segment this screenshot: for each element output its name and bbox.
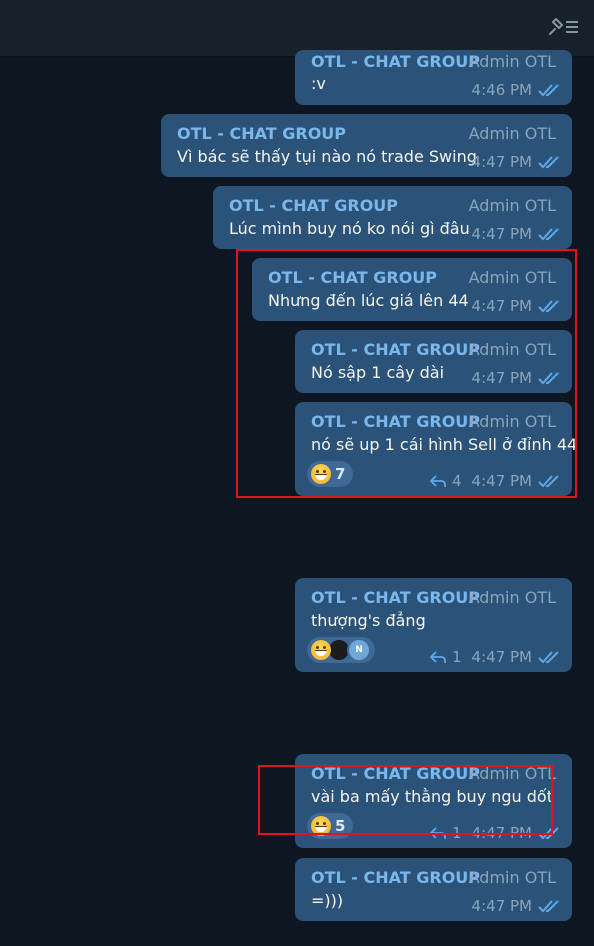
message-time: 4:47 PM — [471, 897, 532, 915]
message-meta: 4:47 PM — [472, 150, 560, 174]
reply-icon[interactable] — [430, 650, 446, 664]
message-time: 4:47 PM — [471, 153, 532, 171]
admin-badge: Admin OTL — [468, 52, 556, 71]
message-text: Lúc mình buy nó ko nói gì đâu — [229, 219, 470, 238]
admin-badge: Admin OTL — [468, 588, 556, 607]
sender-name[interactable]: OTL - CHAT GROUP — [229, 194, 398, 218]
admin-badge: Admin OTL — [468, 124, 556, 143]
message-text: =))) — [311, 891, 344, 910]
double-check-icon — [538, 156, 559, 169]
message-bubble[interactable]: OTL - CHAT GROUP Admin OTL Vì bác sẽ thấ… — [161, 114, 572, 177]
message-meta: 4:47 PM — [472, 222, 560, 246]
message-bubble[interactable]: OTL - CHAT GROUP Admin OTL :v 4:46 PM — [295, 50, 572, 105]
message-time: 4:47 PM — [471, 225, 532, 243]
double-check-icon — [538, 84, 559, 97]
admin-badge: Admin OTL — [468, 868, 556, 887]
highlight-box — [258, 765, 553, 835]
message-text: :v — [311, 74, 326, 93]
double-check-icon — [538, 651, 559, 664]
message-time: 4:47 PM — [471, 648, 532, 666]
sender-name[interactable]: OTL - CHAT GROUP — [311, 50, 480, 74]
message-time: 4:46 PM — [471, 81, 532, 99]
message-bubble[interactable]: OTL - CHAT GROUP Admin OTL =))) 4:47 PM — [295, 858, 572, 921]
message-text: thượng's đẳng — [311, 611, 426, 630]
double-check-icon — [538, 228, 559, 241]
message-meta: 4:46 PM — [472, 78, 560, 102]
admin-badge: Admin OTL — [468, 196, 556, 215]
grinning-emoji-icon — [311, 640, 331, 660]
reaction-badge[interactable]: N — [307, 637, 375, 663]
sender-name[interactable]: OTL - CHAT GROUP — [177, 122, 346, 146]
pinned-messages-icon[interactable] — [544, 14, 580, 40]
reply-count[interactable]: 1 — [452, 645, 462, 669]
message-meta: 1 4:47 PM — [430, 645, 560, 669]
sender-name[interactable]: OTL - CHAT GROUP — [311, 866, 480, 890]
message-text: Vì bác sẽ thấy tụi nào nó trade Swing — [177, 147, 477, 166]
message-bubble[interactable]: OTL - CHAT GROUP Admin OTL Lúc mình buy … — [213, 186, 572, 249]
reactor-avatar: N — [347, 638, 371, 662]
double-check-icon — [538, 900, 559, 913]
highlight-box — [236, 249, 577, 498]
message-meta: 4:47 PM — [472, 894, 560, 918]
chat-header — [0, 0, 594, 57]
message-bubble[interactable]: OTL - CHAT GROUP Admin OTL thượng's đẳng… — [295, 578, 572, 672]
sender-name[interactable]: OTL - CHAT GROUP — [311, 586, 480, 610]
